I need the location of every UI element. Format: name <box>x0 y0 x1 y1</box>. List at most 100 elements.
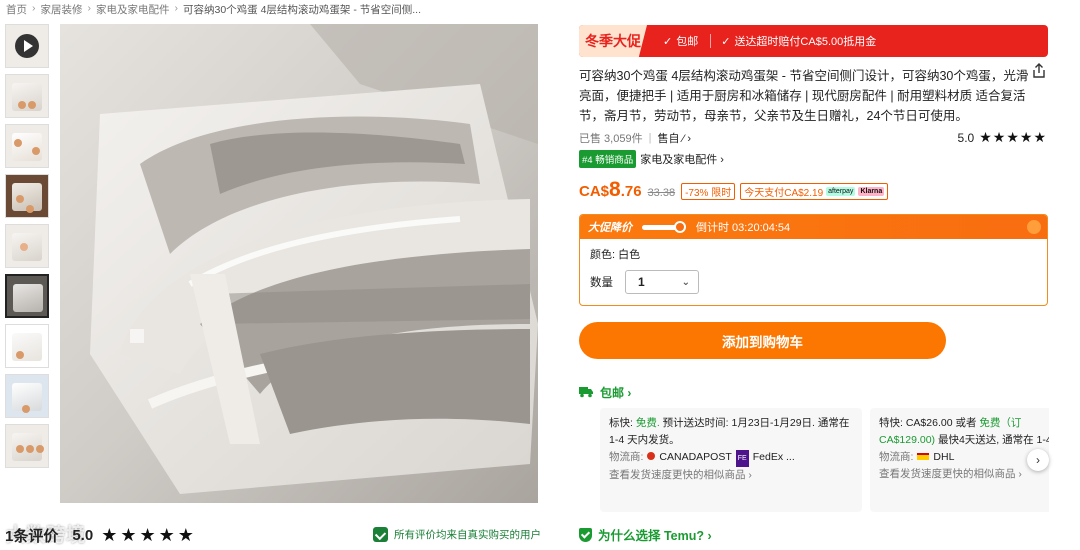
breadcrumb-home[interactable]: 首页 <box>6 2 27 16</box>
shipping-header-label: 包邮 › <box>600 385 632 400</box>
why-temu-link[interactable]: 为什么选择 Temu? › <box>579 525 712 544</box>
carrier-fedex: FedEx ... <box>752 451 795 463</box>
sold-by-link[interactable]: 售自 ⁄ › <box>657 130 691 146</box>
carrier-label: 物流商: <box>879 451 914 463</box>
quantity-label: 数量 <box>590 277 613 289</box>
review-summary: 1条评价 5.0 ★★★★★ 所有评价均来自真实购买的用户 <box>5 522 545 548</box>
express-threshold: CA$129.00) <box>879 434 936 446</box>
thumbnail-image[interactable] <box>5 124 49 168</box>
promo-badge: 冬季大促 <box>579 25 647 57</box>
promo-late-delivery-label: 送达超时赔付CA$5.00抵用金 <box>734 36 877 48</box>
deal-countdown: 倒计时 03:20:04:54 <box>696 222 791 234</box>
installment-badge[interactable]: 今天支付CA$2.19 afterpay Klarna <box>740 183 889 200</box>
review-count[interactable]: 1条评价 <box>5 525 58 546</box>
promo-banner[interactable]: 冬季大促 ✓ 包邮 ✓ 送达超时赔付CA$5.00抵用金 <box>579 25 1048 57</box>
fedex-logo: FE <box>735 450 749 467</box>
standard-label: 标快: <box>609 417 636 429</box>
express-eta-text: 最快4天送达, 通常在 1-4 天内发货。 <box>937 434 1049 446</box>
product-rating[interactable]: 5.0 ★★★★★ <box>958 129 1047 146</box>
rating-stars-icon: ★★★★★ <box>979 129 1047 145</box>
thumbnail-image[interactable] <box>5 374 49 418</box>
shield-icon <box>579 527 592 542</box>
thumbnail-image[interactable] <box>5 174 49 218</box>
bestseller-rank[interactable]: #4 畅销商品 家电及家电配件 › <box>579 150 1049 168</box>
play-icon <box>15 34 39 58</box>
quantity-value: 1 <box>638 275 645 289</box>
price-currency: CA$ <box>579 183 610 200</box>
product-title: 可容纳30个鸡蛋 4层结构滚动鸡蛋架 - 节省空间侧门设计，可容纳30个鸡蛋，光… <box>579 69 1029 123</box>
promo-divider <box>710 34 712 48</box>
chevron-right-icon[interactable]: › <box>1027 449 1049 471</box>
pay-today-text: 今天支付CA$2.19 <box>744 188 824 199</box>
rating-score: 5.0 <box>957 130 975 145</box>
verified-reviews-note: 所有评价均来自真实购买的用户 <box>373 527 541 542</box>
thumbnail-image[interactable] <box>5 224 49 268</box>
promo-free-shipping: ✓ 包邮 <box>663 33 698 49</box>
promo-free-shipping-label: 包邮 <box>676 36 699 48</box>
share-icon[interactable] <box>1031 63 1047 79</box>
deal-label: 大促降价 <box>588 222 632 234</box>
carrier-dhl: DHL <box>933 451 955 463</box>
quantity-select[interactable]: 1 ⌄ <box>625 270 699 294</box>
express-carriers: 物流商: DHL <box>879 449 1049 466</box>
product-info-panel: 冬季大促 ✓ 包邮 ✓ 送达超时赔付CA$5.00抵用金 可容纳30个鸡蛋 4层… <box>579 25 1049 512</box>
canadapost-logo <box>647 452 656 460</box>
breadcrumb-home-decor[interactable]: 家居装修 <box>41 2 83 16</box>
add-to-cart-button[interactable]: 添加到购物车 <box>579 322 946 359</box>
rank-category: 家电及家电配件 › <box>640 154 724 166</box>
why-temu-label: 为什么选择 Temu? › <box>598 529 712 543</box>
standard-shipping-info: 标快: 免费. 预计送达时间: 1月23日-1月29日. 通常在 1-4 天内发… <box>609 415 853 449</box>
price-original: 33.38 <box>647 187 676 199</box>
breadcrumb-separator: › <box>87 2 92 14</box>
promo-late-delivery: ✓ 送达超时赔付CA$5.00抵用金 <box>721 33 876 49</box>
carrier-canadapost: CANADAPOST <box>659 451 732 463</box>
faster-similar-link[interactable]: 查看发货速度更快的相似商品 › <box>879 466 1049 483</box>
breadcrumb-separator: › <box>174 2 179 14</box>
main-product-image[interactable] <box>60 24 538 503</box>
deal-progress-bar <box>642 220 686 233</box>
shipping-card-express[interactable]: 特快: CA$26.00 或者 免费（订 CA$129.00) 最快4天送达, … <box>870 408 1049 512</box>
breadcrumb-appliances[interactable]: 家电及家电配件 <box>96 2 170 16</box>
egg-rack-photo <box>60 24 538 503</box>
deal-header: 大促降价 倒计时 03:20:04:54 <box>580 215 1047 239</box>
standard-carriers: 物流商: CANADAPOST FE FedEx ... <box>609 449 853 467</box>
progress-knob <box>674 220 686 233</box>
carrier-label: 物流商: <box>609 451 644 463</box>
price-row: CA$ 8 .76 33.38 -73% 限时 今天支付CA$2.19 afte… <box>579 178 1049 202</box>
express-shipping-info: 特快: CA$26.00 或者 免费（订 <box>879 415 1049 432</box>
price-decimal: .76 <box>620 183 642 200</box>
thumbnail-image-selected[interactable] <box>5 274 49 318</box>
thumbnail-video[interactable] <box>5 24 49 68</box>
express-free: 免费（订 <box>979 417 1022 429</box>
shipping-header[interactable]: 包邮 › <box>579 384 1049 400</box>
thumbnail-strip <box>5 24 49 474</box>
express-price: 特快: CA$26.00 或者 <box>879 417 980 429</box>
discount-badge: -73% 限时 <box>681 183 736 200</box>
deal-body: 颜色: 白色 数量 1 ⌄ <box>580 239 1047 301</box>
dhl-logo <box>917 453 930 460</box>
rank-badge: #4 畅销商品 <box>579 150 637 168</box>
breadcrumb-separator: › <box>32 2 36 14</box>
shipping-card-standard[interactable]: 标快: 免费. 预计送达时间: 1月23日-1月29日. 通常在 1-4 天内发… <box>600 408 862 512</box>
quantity-row: 数量 1 ⌄ <box>590 270 1037 294</box>
klarna-logo: Klarna <box>858 187 885 196</box>
chevron-down-icon: ⌄ <box>681 276 690 288</box>
thumbnail-image[interactable] <box>5 424 49 468</box>
deal-corner-icon <box>1027 220 1041 234</box>
deal-box: 大促降价 倒计时 03:20:04:54 颜色: 白色 数量 1 ⌄ <box>579 214 1048 306</box>
check-icon: ✓ <box>663 35 673 48</box>
faster-similar-link[interactable]: 查看发货速度更快的相似商品 › <box>609 467 853 484</box>
review-stars-icon: ★★★★★ <box>101 524 197 545</box>
shipping-options: 标快: 免费. 预计送达时间: 1月23日-1月29日. 通常在 1-4 天内发… <box>600 408 1049 512</box>
thumbnail-image[interactable] <box>5 324 49 368</box>
thumbnail-image[interactable] <box>5 74 49 118</box>
breadcrumb: 首页 › 家居装修 › 家电及家电配件 › 可容纳30个鸡蛋 4层结构滚动鸡蛋架… <box>6 2 421 16</box>
afterpay-logo: afterpay <box>826 187 856 196</box>
verified-check-icon <box>373 527 388 542</box>
color-selection[interactable]: 颜色: 白色 <box>590 246 1037 264</box>
truck-icon <box>579 387 593 398</box>
verified-reviews-text: 所有评价均来自真实购买的用户 <box>394 529 541 541</box>
sold-count: 已售 3,059件 <box>579 132 643 145</box>
standard-free: 免费. <box>635 417 660 429</box>
express-eta: CA$129.00) 最快4天送达, 通常在 1-4 天内发货。 <box>879 432 1049 449</box>
